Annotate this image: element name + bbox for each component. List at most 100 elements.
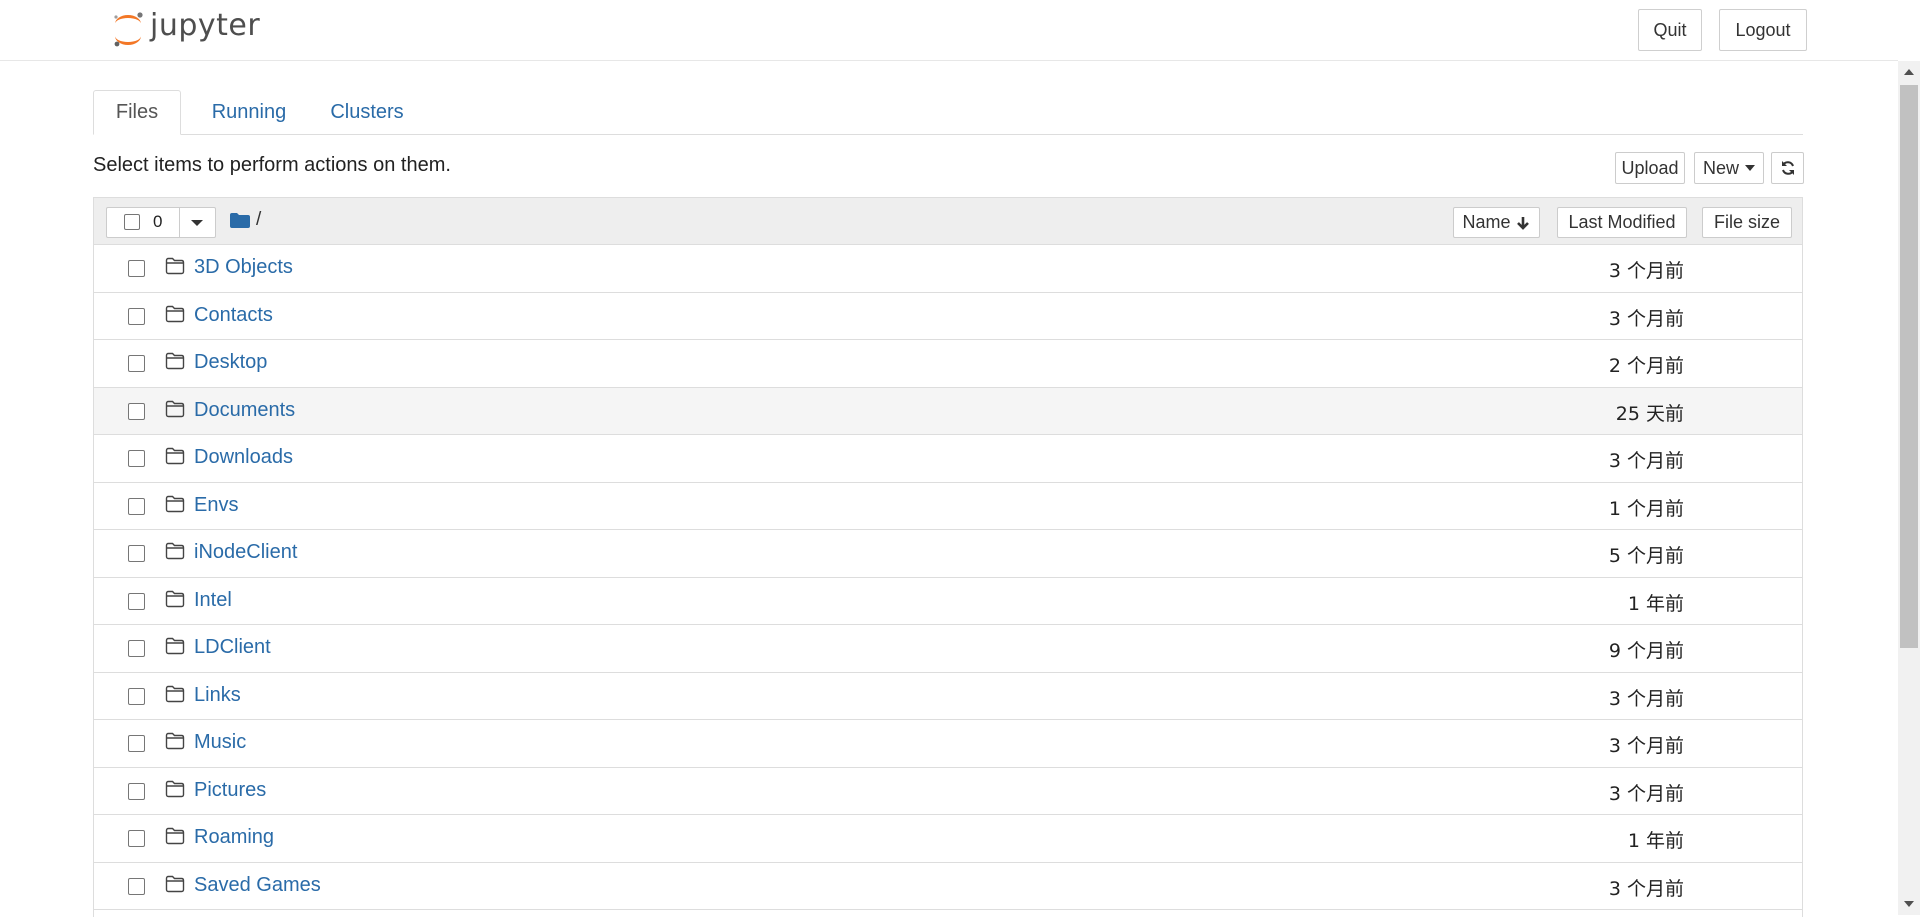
list-header: 0 / Name Last Modified File size — [94, 198, 1802, 245]
item-checkbox[interactable] — [128, 735, 145, 752]
top-header: jupyter Quit Logout — [0, 0, 1898, 61]
select-all-checkbox[interactable] — [124, 214, 140, 230]
jupyter-logo[interactable]: jupyter — [110, 6, 290, 52]
list-item[interactable]: iNodeClient 5 个月前 — [94, 530, 1802, 578]
jupyter-logo-icon — [114, 12, 143, 47]
sort-name-label: Name — [1462, 212, 1511, 232]
list-item[interactable]: Contacts 3 个月前 — [94, 292, 1802, 340]
item-checkbox[interactable] — [128, 782, 145, 800]
list-item[interactable]: Pictures 3 个月前 — [94, 767, 1802, 815]
item-name-link[interactable]: 3D Objects — [194, 256, 293, 279]
scroll-up-arrow-icon[interactable] — [1904, 69, 1914, 75]
scroll-thumb[interactable] — [1900, 85, 1918, 648]
sort-name-button[interactable]: Name — [1453, 207, 1540, 238]
item-name-link[interactable]: Saved Games — [194, 874, 321, 897]
item-last-modified: 1 年前 — [1627, 830, 1684, 852]
item-name-link[interactable]: Intel — [194, 589, 232, 612]
item-checkbox[interactable] — [128, 450, 145, 467]
refresh-icon — [1781, 161, 1794, 175]
folder-icon — [165, 637, 185, 655]
select-menu-caret-icon[interactable] — [191, 220, 203, 226]
item-checkbox[interactable] — [128, 260, 145, 277]
item-last-modified: 1 个月前 — [1608, 497, 1684, 520]
item-last-modified: 3 个月前 — [1608, 782, 1684, 805]
item-last-modified: 1 年前 — [1627, 592, 1684, 615]
vertical-scrollbar[interactable] — [1898, 61, 1920, 915]
logo-text: jupyter — [150, 7, 261, 43]
sort-last-modified-button[interactable]: Last Modified — [1557, 207, 1687, 238]
item-name-link[interactable]: Envs — [194, 494, 238, 517]
item-name-link[interactable]: Desktop — [194, 351, 267, 374]
item-checkbox[interactable] — [128, 497, 145, 515]
item-last-modified: 3 个月前 — [1608, 687, 1684, 710]
item-last-modified: 3 个月前 — [1608, 735, 1684, 757]
item-checkbox[interactable] — [128, 830, 145, 847]
folder-icon — [165, 732, 185, 750]
folder-icon — [165, 542, 185, 560]
list-item[interactable]: Roaming 1 年前 — [94, 815, 1802, 863]
folder-icon — [165, 400, 185, 417]
folder-icon — [165, 827, 185, 845]
tab-files[interactable]: Files — [93, 90, 181, 135]
list-item[interactable]: Documents 25 天前 — [94, 387, 1802, 435]
folder-icon — [165, 685, 185, 702]
item-last-modified: 3 个月前 — [1608, 260, 1684, 282]
item-checkbox[interactable] — [128, 355, 145, 372]
folder-icon — [165, 305, 185, 322]
item-name-link[interactable]: Documents — [194, 399, 295, 422]
divider — [179, 208, 180, 237]
scroll-down-arrow-icon[interactable] — [1904, 901, 1914, 907]
file-list: 0 / Name Last Modified File size 3D Obje… — [93, 197, 1803, 917]
logout-button[interactable]: Logout — [1719, 9, 1807, 51]
item-checkbox[interactable] — [128, 592, 145, 610]
item-name-link[interactable]: Roaming — [194, 826, 274, 849]
list-item[interactable]: Music 3 个月前 — [94, 720, 1802, 768]
selected-count: 0 — [153, 212, 163, 231]
arrow-down-icon — [1516, 216, 1529, 230]
select-all-group[interactable]: 0 — [106, 207, 216, 238]
item-checkbox[interactable] — [128, 545, 145, 562]
item-name-link[interactable]: Downloads — [194, 446, 293, 469]
quit-button[interactable]: Quit — [1638, 9, 1702, 51]
list-item[interactable]: Desktop 2 个月前 — [94, 340, 1802, 388]
item-name-link[interactable]: iNodeClient — [194, 541, 297, 564]
folder-solid-icon[interactable] — [229, 212, 251, 229]
item-name-link[interactable]: LDClient — [194, 636, 271, 659]
folder-icon — [165, 875, 185, 892]
item-name-link[interactable]: Music — [194, 731, 246, 754]
list-item[interactable]: Links 3 个月前 — [94, 672, 1802, 720]
item-last-modified: 2 个月前 — [1608, 355, 1684, 377]
item-checkbox[interactable] — [128, 307, 145, 325]
refresh-button[interactable] — [1771, 152, 1804, 184]
list-item[interactable]: 3D Objects 3 个月前 — [94, 245, 1802, 293]
list-item[interactable]: Intel 1 年前 — [94, 577, 1802, 625]
folder-icon — [165, 495, 185, 512]
list-item[interactable]: Downloads 3 个月前 — [94, 435, 1802, 483]
tab-running[interactable]: Running — [203, 90, 295, 134]
folder-icon — [165, 780, 185, 797]
item-checkbox[interactable] — [128, 687, 145, 705]
item-last-modified: 3 个月前 — [1608, 450, 1684, 472]
item-name-link[interactable]: Contacts — [194, 304, 273, 327]
item-last-modified: 3 个月前 — [1608, 877, 1684, 900]
list-item[interactable]: Saved Games 3 个月前 — [94, 862, 1802, 910]
new-dropdown-button[interactable]: New — [1694, 152, 1764, 184]
item-checkbox[interactable] — [128, 877, 145, 895]
item-name-link[interactable]: Links — [194, 684, 241, 707]
folder-icon — [165, 352, 185, 370]
list-item[interactable]: Envs 1 个月前 — [94, 482, 1802, 530]
breadcrumb-root[interactable]: / — [256, 209, 261, 231]
item-last-modified: 3 个月前 — [1608, 307, 1684, 330]
item-checkbox[interactable] — [128, 640, 145, 657]
item-checkbox[interactable] — [128, 402, 145, 420]
folder-icon — [165, 590, 185, 607]
tab-bar: Files Running Clusters — [93, 90, 1803, 135]
upload-button[interactable]: Upload — [1615, 152, 1685, 184]
tab-clusters[interactable]: Clusters — [322, 90, 412, 134]
caret-down-icon — [1745, 165, 1755, 171]
item-name-link[interactable]: Pictures — [194, 779, 266, 802]
item-last-modified: 25 天前 — [1615, 402, 1684, 425]
sort-file-size-button[interactable]: File size — [1702, 207, 1792, 238]
new-label: New — [1702, 157, 1739, 178]
list-item[interactable]: LDClient 9 个月前 — [94, 625, 1802, 673]
